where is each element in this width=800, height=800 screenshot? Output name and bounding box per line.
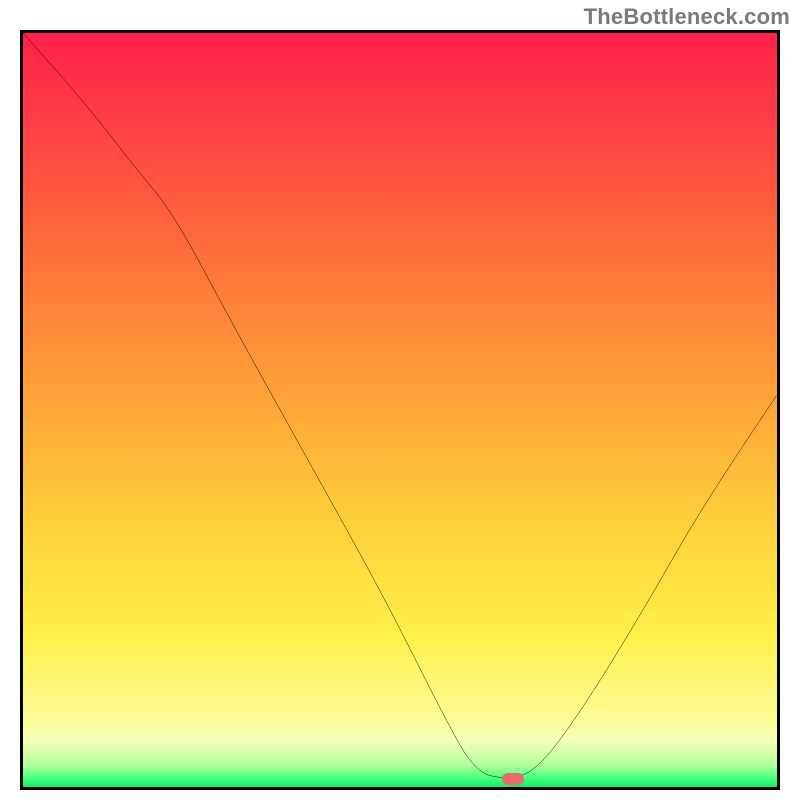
- chart-wrapper: TheBottleneck.com: [0, 0, 800, 800]
- watermark-text: TheBottleneck.com: [584, 4, 790, 30]
- plot-area: [20, 30, 780, 790]
- bottleneck-curve-path: [23, 33, 777, 778]
- optimal-point-marker: [502, 773, 524, 785]
- bottleneck-curve: [23, 33, 777, 787]
